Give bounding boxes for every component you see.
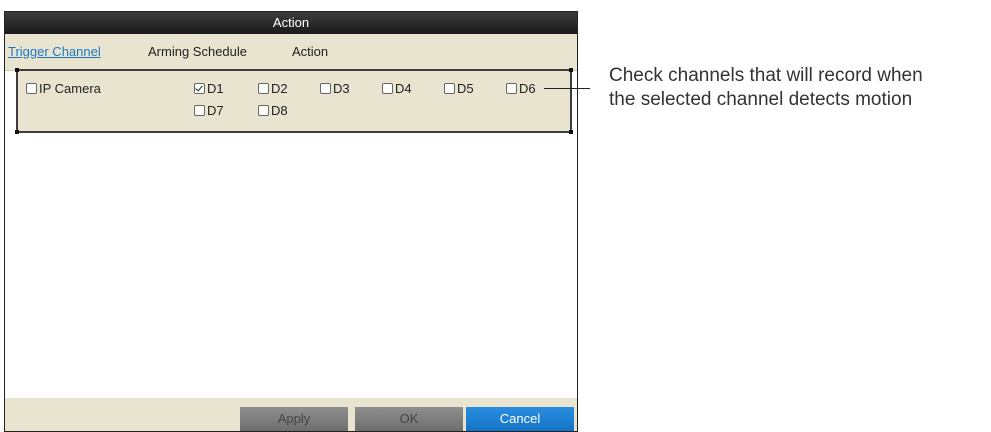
ip-camera-label: IP Camera xyxy=(39,81,101,96)
cancel-button[interactable]: Cancel xyxy=(466,407,574,431)
checkbox-icon xyxy=(320,83,331,94)
ok-button[interactable]: OK xyxy=(355,407,463,431)
checkbox-icon xyxy=(506,83,517,94)
channel-label: D2 xyxy=(271,81,288,96)
panel-corner-marker xyxy=(569,130,573,134)
checkbox-icon xyxy=(258,105,269,116)
tab-bar: Trigger Channel Arming Schedule Action xyxy=(5,34,577,71)
checkbox-icon xyxy=(26,83,37,94)
channel-label: D7 xyxy=(207,103,224,118)
channel-label: D6 xyxy=(519,81,536,96)
channel-label: D3 xyxy=(333,81,350,96)
channel-label: D5 xyxy=(457,81,474,96)
ip-camera-checkbox[interactable]: IP Camera xyxy=(26,81,101,96)
channel-checkbox-d3[interactable]: D3 xyxy=(320,81,350,96)
checkbox-icon xyxy=(444,83,455,94)
callout-leader-line xyxy=(544,88,590,89)
channel-checkbox-d8[interactable]: D8 xyxy=(258,103,288,118)
apply-button[interactable]: Apply xyxy=(240,407,348,431)
dialog-footer: Apply OK Cancel xyxy=(5,398,577,431)
panel-corner-marker xyxy=(15,68,19,72)
tab-action[interactable]: Action xyxy=(292,44,328,59)
checkbox-icon xyxy=(382,83,393,94)
tab-arming-schedule[interactable]: Arming Schedule xyxy=(148,44,247,59)
checkbox-icon xyxy=(258,83,269,94)
callout-text-line1: Check channels that will record when xyxy=(609,65,923,86)
channel-checkbox-d6[interactable]: D6 xyxy=(506,81,536,96)
action-dialog: Action Trigger Channel Arming Schedule A… xyxy=(4,11,578,432)
channel-selection-panel: IP Camera D1 D2 D3 D4 D5 D6 D7 D8 xyxy=(15,68,573,134)
channel-label: D8 xyxy=(271,103,288,118)
channel-checkbox-d2[interactable]: D2 xyxy=(258,81,288,96)
channel-label: D4 xyxy=(395,81,412,96)
tab-trigger-channel[interactable]: Trigger Channel xyxy=(8,44,101,59)
channel-checkbox-d5[interactable]: D5 xyxy=(444,81,474,96)
channel-checkbox-d7[interactable]: D7 xyxy=(194,103,224,118)
callout-text-line2: the selected channel detects motion xyxy=(609,89,913,110)
channel-label: D1 xyxy=(207,81,224,96)
channel-checkbox-d4[interactable]: D4 xyxy=(382,81,412,96)
channel-checkbox-d1[interactable]: D1 xyxy=(194,81,224,96)
dialog-title: Action xyxy=(5,12,577,34)
checkbox-checked-icon xyxy=(194,83,205,94)
checkbox-icon xyxy=(194,105,205,116)
panel-corner-marker xyxy=(569,68,573,72)
panel-corner-marker xyxy=(15,130,19,134)
